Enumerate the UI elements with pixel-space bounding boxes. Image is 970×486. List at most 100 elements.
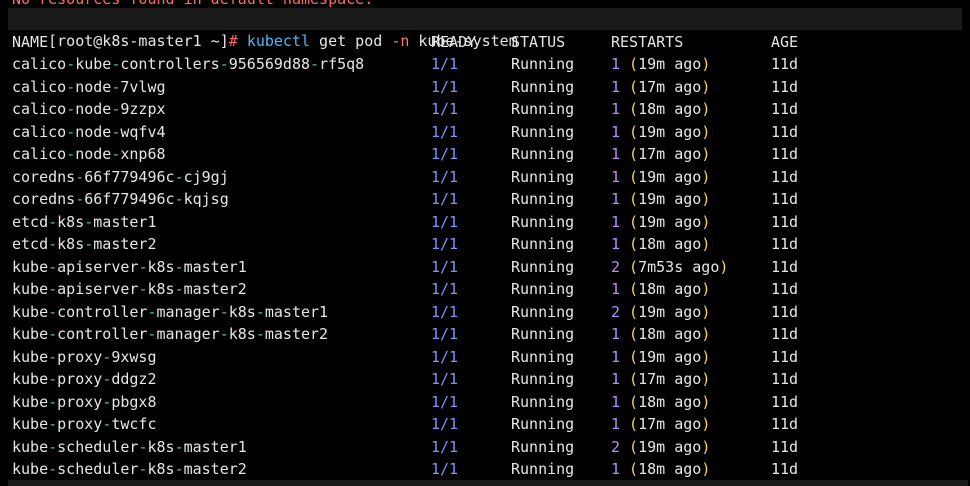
- pod-restarts: 1 (17m ago): [611, 415, 711, 433]
- pod-ready: 1/1: [431, 325, 459, 343]
- pod-name: kube-proxy-ddgz2: [12, 370, 157, 388]
- pod-restarts: 1 (18m ago): [611, 235, 711, 253]
- restart-count: 1: [611, 280, 621, 298]
- command-name: kubectl: [246, 32, 311, 50]
- pod-name: kube-scheduler-k8s-master1: [12, 437, 247, 456]
- pod-status: Running: [511, 280, 575, 298]
- restart-ago: 17m ago: [638, 77, 702, 96]
- pod-restarts: 1 (18m ago): [611, 325, 711, 343]
- prompt-line[interactable]: [root@k8s-master1 ~]# kubectl get pod -n…: [8, 8, 962, 50]
- pod-restarts: 1 (19m ago): [611, 190, 711, 208]
- pod-age: 11d: [771, 145, 799, 163]
- pod-status: Running: [511, 122, 575, 141]
- command-args: get pod: [310, 32, 392, 50]
- pod-ready: 1/1: [431, 415, 459, 433]
- pod-status: Running: [511, 415, 575, 433]
- prompt-user-host: [root@k8s-master1 ~]: [48, 32, 229, 50]
- pod-restarts: 1 (19m ago): [611, 167, 711, 186]
- pod-status: Running: [511, 145, 575, 163]
- pod-age: 11d: [771, 415, 799, 433]
- pod-restarts: 2 (7m53s ago): [611, 257, 729, 276]
- restart-count: 1: [611, 122, 621, 141]
- pod-age: 11d: [771, 100, 799, 118]
- pod-name: kube-controller-manager-k8s-master1: [12, 302, 329, 321]
- pod-name: kube-apiserver-k8s-master1: [12, 257, 247, 276]
- pod-age: 11d: [771, 257, 799, 276]
- table-header: NAME READY STATUS RESTARTS AGE: [12, 31, 798, 53]
- restart-ago: 19m ago: [638, 122, 702, 141]
- pod-age: 11d: [771, 370, 799, 388]
- header-restarts: RESTARTS: [611, 33, 684, 51]
- pod-age: 11d: [771, 190, 799, 208]
- pod-name: kube-proxy-pbgx8: [12, 392, 157, 411]
- pod-restarts: 1 (18m ago): [611, 280, 711, 298]
- next-prompt-line-cut: [8, 480, 968, 486]
- pod-age: 11d: [771, 280, 799, 298]
- pod-age: 11d: [771, 122, 799, 141]
- restart-ago: 17m ago: [638, 145, 702, 163]
- pod-ready: 1/1: [431, 280, 459, 298]
- pod-name: kube-proxy-9xwsg: [12, 347, 157, 366]
- header-status: STATUS: [511, 33, 566, 51]
- pod-restarts: 2 (19m ago): [611, 302, 711, 321]
- pod-ready: 1/1: [431, 190, 459, 208]
- restart-count: 1: [611, 392, 621, 411]
- pod-age: 11d: [771, 392, 799, 411]
- pod-status: Running: [511, 100, 575, 118]
- pod-status: Running: [511, 302, 575, 321]
- restart-count: 1: [611, 325, 621, 343]
- restart-count: 1: [611, 370, 621, 388]
- pod-age: 11d: [771, 460, 799, 478]
- pod-status: Running: [511, 235, 575, 253]
- restart-ago: 18m ago: [638, 280, 702, 298]
- pod-name: kube-proxy-twcfc: [12, 415, 157, 433]
- pod-ready: 1/1: [431, 257, 459, 276]
- pod-status: Running: [511, 437, 575, 456]
- restart-count: 1: [611, 460, 621, 478]
- restart-ago: 19m ago: [638, 437, 702, 456]
- pod-ready: 1/1: [431, 460, 459, 478]
- restart-count: 1: [611, 77, 621, 96]
- pod-restarts: 1 (18m ago): [611, 100, 711, 118]
- pod-name: calico-node-9zzpx: [12, 100, 166, 118]
- pod-age: 11d: [771, 167, 799, 186]
- restart-ago: 18m ago: [638, 460, 702, 478]
- pod-status: Running: [511, 212, 575, 231]
- pod-restarts: 1 (17m ago): [611, 77, 711, 96]
- pod-name: calico-node-7vlwg: [12, 77, 166, 96]
- pod-restarts: 1 (19m ago): [611, 212, 711, 231]
- restart-ago: 19m ago: [638, 190, 702, 208]
- pod-status: Running: [511, 325, 575, 343]
- restart-count: 1: [611, 145, 621, 163]
- pod-age: 11d: [771, 302, 799, 321]
- pod-name: kube-controller-manager-k8s-master2: [12, 325, 329, 343]
- pod-age: 11d: [771, 77, 799, 96]
- header-ready: READY: [431, 33, 477, 51]
- header-name: NAME: [12, 33, 49, 51]
- pod-restarts: 2 (19m ago): [611, 437, 711, 456]
- command-flag: -n: [391, 32, 410, 50]
- header-age: AGE: [771, 33, 799, 51]
- restart-ago: 18m ago: [638, 392, 702, 411]
- restart-count: 1: [611, 212, 621, 231]
- pod-status: Running: [511, 55, 575, 73]
- restart-ago: 17m ago: [638, 370, 702, 388]
- pod-status: Running: [511, 257, 575, 276]
- pod-ready: 1/1: [431, 370, 459, 388]
- restart-count: 1: [611, 55, 621, 73]
- restart-count: 1: [611, 100, 621, 118]
- restart-count: 2: [611, 437, 621, 456]
- restart-ago: 18m ago: [638, 235, 702, 253]
- pod-restarts: 1 (19m ago): [611, 347, 711, 366]
- pod-age: 11d: [771, 55, 799, 73]
- restart-count: 1: [611, 190, 621, 208]
- pod-ready: 1/1: [431, 212, 459, 231]
- pod-restarts: 1 (18m ago): [611, 460, 711, 478]
- pod-name: etcd-k8s-master1: [12, 212, 157, 231]
- pod-ready: 1/1: [431, 55, 459, 73]
- restart-ago: 17m ago: [638, 415, 702, 433]
- pod-age: 11d: [771, 347, 799, 366]
- pod-name: coredns-66f779496c-kqjsg: [12, 190, 229, 208]
- terminal-window[interactable]: No resources found in default namespace.…: [0, 0, 970, 486]
- restart-ago: 19m ago: [638, 55, 702, 73]
